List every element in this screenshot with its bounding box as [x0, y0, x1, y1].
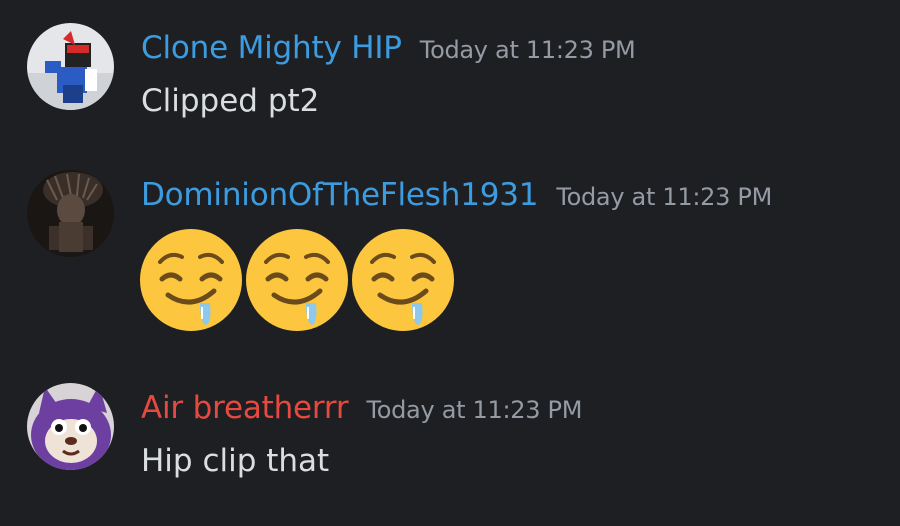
message-text: Hip clip that: [141, 443, 330, 479]
username[interactable]: Clone Mighty HIP: [141, 30, 402, 66]
timestamp: Today at 11:23 PM: [366, 396, 583, 424]
emoji-list: [138, 227, 456, 333]
drooling-face-emoji-icon[interactable]: [138, 227, 244, 333]
username[interactable]: DominionOfTheFlesh1931: [141, 177, 539, 213]
purple-tattletail-avatar-icon: [27, 383, 114, 470]
dark-creature-avatar-icon: [27, 170, 114, 257]
drooling-face-emoji-icon[interactable]: [350, 227, 456, 333]
timestamp: Today at 11:23 PM: [419, 36, 636, 64]
drooling-face-emoji-icon[interactable]: [244, 227, 350, 333]
avatar[interactable]: [27, 383, 114, 470]
avatar[interactable]: [27, 170, 114, 257]
avatar[interactable]: [27, 23, 114, 110]
message-text: Clipped pt2: [141, 83, 320, 119]
roblox-character-avatar-icon: [27, 23, 114, 110]
username[interactable]: Air breatherrr: [141, 390, 349, 426]
timestamp: Today at 11:23 PM: [556, 183, 772, 211]
